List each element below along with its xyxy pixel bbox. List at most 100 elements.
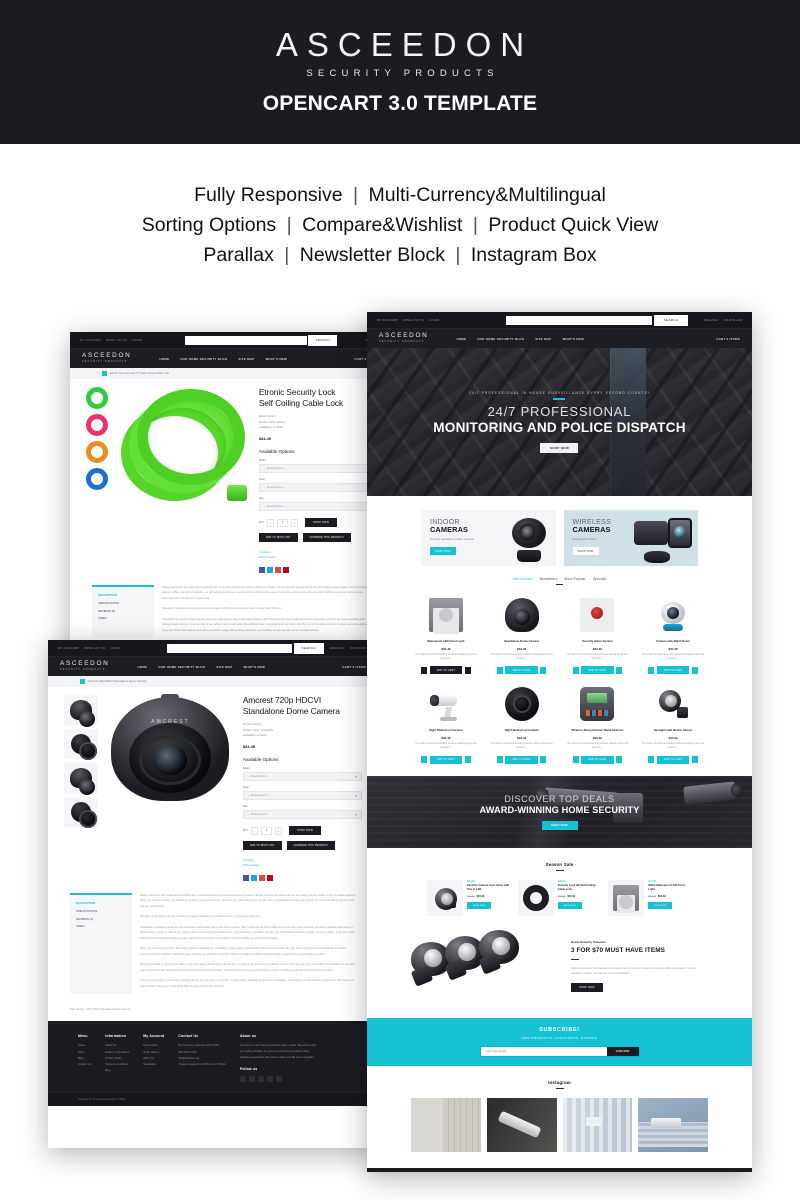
tab-reviews[interactable]: REVIEWS (0)	[98, 608, 148, 616]
instagram-photo[interactable]	[411, 1098, 481, 1153]
wishlist-icon[interactable]	[496, 756, 503, 764]
link-login[interactable]: LOGIN	[111, 646, 121, 650]
footer-link[interactable]: Newsletter	[143, 1062, 164, 1068]
compare-product-button[interactable]: COMPARE THIS PRODUCT	[286, 841, 336, 851]
write-review-link[interactable]: Write a review	[259, 555, 374, 560]
nav-item-home[interactable]: HOME	[159, 357, 169, 361]
nav-item-sitemap[interactable]: SITE MAP	[535, 337, 551, 341]
home-icon[interactable]	[102, 371, 107, 376]
option-select-size[interactable]: --- Please Select ---	[242, 810, 362, 820]
nav-menu[interactable]: HOME OUR HOME SECURITY BLOG SITE MAP WHA…	[159, 357, 287, 361]
search-button[interactable]: SEARCH	[293, 642, 324, 654]
product-thumbnails[interactable]	[86, 387, 108, 573]
add-to-wishlist-button[interactable]: ADD TO WISH LIST	[258, 533, 298, 543]
link-wish-list[interactable]: WISH LIST (0)	[403, 318, 424, 322]
swatch-orange[interactable]	[86, 441, 108, 463]
nav-item-sitemap[interactable]: SITE MAP	[216, 665, 232, 669]
wishlist-icon[interactable]	[421, 666, 428, 674]
currency-selector[interactable]: US DOLLAR	[350, 646, 368, 650]
nav-item-sitemap[interactable]: SITE MAP	[238, 357, 254, 361]
option-select-model[interactable]: --- Please Select ---	[242, 772, 362, 782]
facebook-icon[interactable]	[258, 566, 265, 573]
facebook-icon[interactable]	[242, 874, 249, 881]
product-card[interactable]: Spotlight with Motion Sensor $34.49 The …	[638, 683, 708, 764]
add-to-cart-button[interactable]: ADD TO CART	[656, 666, 690, 675]
swatch-green[interactable]	[86, 387, 108, 409]
compare-icon[interactable]	[616, 666, 623, 674]
nav-menu[interactable]: HOME OUR HOME SECURITY BLOG SITE MAP WHA…	[137, 665, 265, 669]
instagram-photo[interactable]	[486, 1098, 557, 1153]
add-to-cart-button[interactable]: ADD TO CART	[505, 755, 538, 764]
add-to-cart-button[interactable]: ADD TO CART	[581, 755, 614, 764]
tab-new-arrivals[interactable]: New Arrivals	[513, 577, 533, 581]
product-image[interactable]	[638, 594, 708, 636]
swatch-pink[interactable]	[86, 414, 108, 436]
tab-description[interactable]: DESCRIPTION	[76, 900, 126, 908]
compare-icon[interactable]	[464, 666, 471, 674]
link-my-account[interactable]: MY ACCOUNT	[377, 318, 398, 322]
wishlist-icon[interactable]	[648, 756, 655, 764]
add-to-cart-button[interactable]: ADD TO CART	[505, 666, 538, 675]
add-to-cart-button[interactable]: ADD TO CART	[429, 755, 463, 764]
add-to-cart-button[interactable]: SHOP NOW	[304, 518, 338, 528]
compare-icon[interactable]	[540, 666, 547, 674]
thumbnail[interactable]	[64, 729, 98, 760]
twitter-icon[interactable]	[266, 566, 273, 573]
product-card[interactable]: Night Waterproof Camera $34.49 The selle…	[487, 683, 557, 764]
google-plus-icon[interactable]	[274, 566, 281, 573]
parallax-shop-now-button[interactable]: SHOP NOW	[541, 820, 578, 830]
twitter-icon[interactable]	[250, 874, 257, 881]
add-to-cart-button[interactable]: ADD TO CART	[429, 666, 463, 675]
tab-bestsellers[interactable]: Bestsellers	[540, 577, 558, 581]
footer-link[interactable]: Blog	[105, 1068, 129, 1074]
compare-icon[interactable]	[540, 756, 547, 764]
google-plus-icon[interactable]	[258, 874, 265, 881]
product-image[interactable]	[563, 683, 633, 725]
link-login[interactable]: LOGIN	[430, 318, 440, 322]
nav-item-home[interactable]: HOME	[456, 337, 466, 341]
mockup-product-page-cable-lock[interactable]: MY ACCOUNT WISH LIST (0) LOGIN SEARCH EN…	[70, 332, 390, 677]
qty-decrement-button[interactable]: −	[250, 826, 258, 835]
product-card[interactable]: Night Waterproof Camera $34.49 The selle…	[411, 683, 481, 764]
tab-specials[interactable]: Specials	[593, 577, 607, 581]
product-card[interactable]: Camera with Night Vision $34.49 The sell…	[638, 594, 708, 675]
sale-item-image[interactable]	[427, 879, 463, 916]
sale-item-image[interactable]	[608, 879, 645, 916]
product-image[interactable]	[487, 594, 557, 636]
review-links[interactable]: 0 reviews Write a review	[243, 858, 362, 869]
thumbnail[interactable]	[64, 797, 98, 828]
tab-specification[interactable]: SPECIFICATION	[98, 600, 148, 608]
promo-shop-now-button[interactable]: SHOP NOW	[572, 547, 599, 556]
sale-item[interactable]: SALE! White Waterproof LED Flood Light $…	[608, 879, 692, 916]
nav-item-blog[interactable]: OUR HOME SECURITY BLOG	[158, 665, 205, 669]
qty-increment-button[interactable]: +	[290, 518, 298, 527]
instagram-photo[interactable]	[562, 1098, 633, 1153]
thumbnail[interactable]	[64, 763, 98, 795]
newsletter-email-input[interactable]	[480, 1049, 607, 1053]
home-icon[interactable]	[80, 679, 85, 684]
topbar-right[interactable]: ENGLISH US DOLLAR	[330, 646, 368, 650]
swatch-blue[interactable]	[86, 468, 108, 490]
site-logo[interactable]: ASCEEDON SECURITY PRODUCTS	[60, 660, 109, 671]
product-main-image[interactable]: AMCREST	[105, 694, 236, 881]
cart-button[interactable]: CART 0 ITEMS	[716, 337, 740, 341]
pinterest-icon[interactable]	[248, 1075, 255, 1082]
search-input[interactable]	[185, 335, 307, 345]
add-to-wishlist-button[interactable]: ADD TO WISH LIST	[242, 841, 282, 851]
newsletter-subscribe-button[interactable]: SUBSCRIBE	[606, 1046, 639, 1056]
breadcrumb[interactable]: Etronic Security Lock 777 Self Coiling C…	[70, 368, 390, 379]
add-to-cart-button[interactable]: ADD TO CART	[581, 666, 614, 675]
qty-increment-button[interactable]: +	[274, 826, 282, 835]
social-links[interactable]	[239, 1075, 318, 1082]
compare-icon[interactable]	[464, 756, 471, 764]
product-tags[interactable]: Tags: Etronic, 720p HDCVI Standalone Dom…	[48, 1008, 378, 1021]
option-select-color[interactable]: --- Please Select ---	[242, 791, 362, 801]
product-card[interactable]: Standalone Dome Camera $34.49 The seller…	[487, 594, 557, 675]
tab-video[interactable]: VIDEO	[76, 923, 126, 931]
google-plus-icon[interactable]	[239, 1075, 246, 1082]
tab-most-popular[interactable]: Most Popular	[565, 577, 586, 581]
wishlist-icon[interactable]	[496, 666, 503, 674]
add-to-cart-button[interactable]: ADD TO CART	[656, 755, 690, 764]
wishlist-icon[interactable]	[572, 756, 579, 764]
product-tabs[interactable]: New Arrivals Bestsellers Most Popular Sp…	[367, 577, 752, 581]
